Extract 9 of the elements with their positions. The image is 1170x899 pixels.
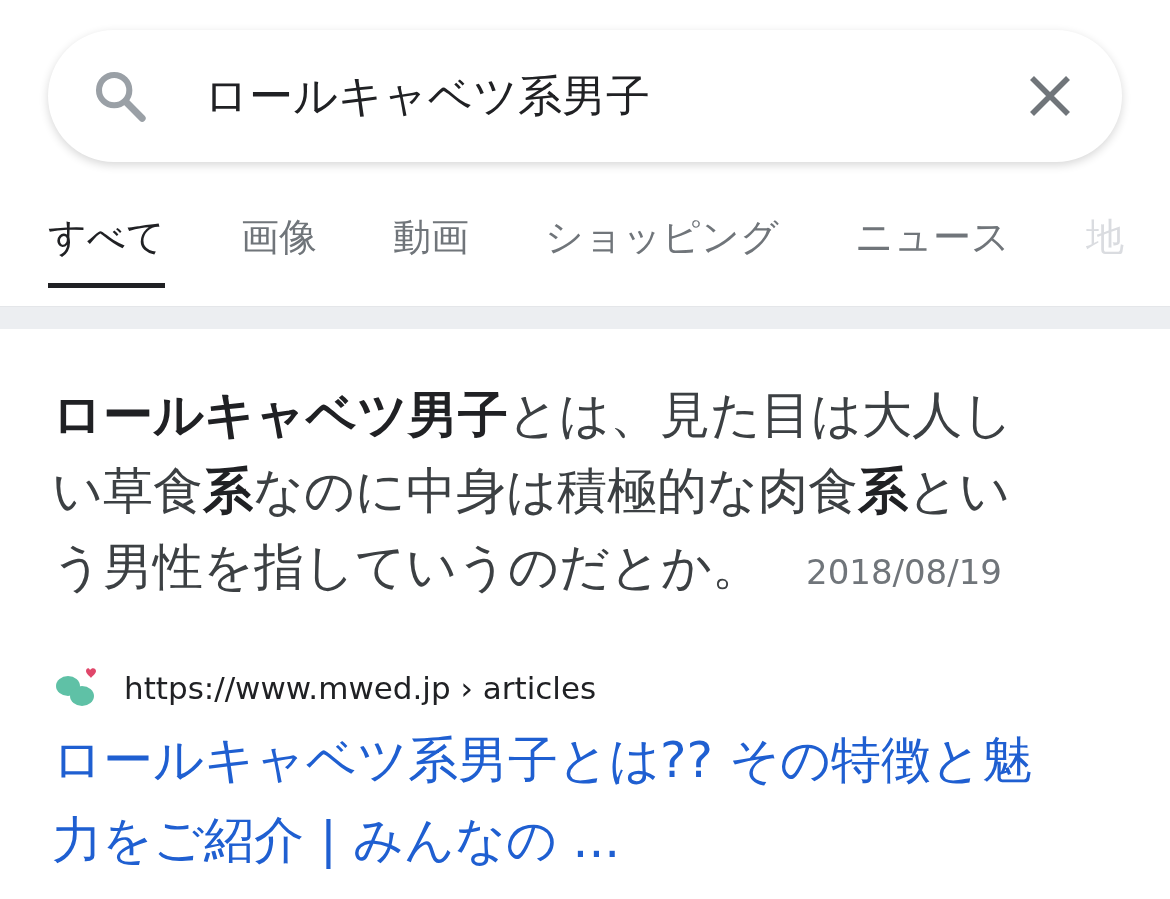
tab[interactable]: ショッピング bbox=[545, 204, 779, 288]
tab[interactable]: すべて bbox=[48, 204, 165, 288]
result-url: https://www.mwed.jp › articles bbox=[124, 670, 597, 706]
snippet-text: ロールキャベツ男子とは、見た目は大人しい草食系なのに中身は積極的な肉食系という男性を指していうのだとか。 2018/08/19 bbox=[52, 385, 1014, 598]
result-title-link[interactable]: ロールキャベツ系男子とは?? その特徴と魅力をご紹介 | みんなの ... bbox=[52, 720, 1052, 880]
tab[interactable]: 動画 bbox=[393, 204, 469, 288]
search-field[interactable]: ロールキャベツ系男子 bbox=[204, 70, 1026, 122]
tab[interactable]: 画像 bbox=[241, 204, 317, 288]
tab[interactable]: ニュース bbox=[855, 204, 1010, 288]
